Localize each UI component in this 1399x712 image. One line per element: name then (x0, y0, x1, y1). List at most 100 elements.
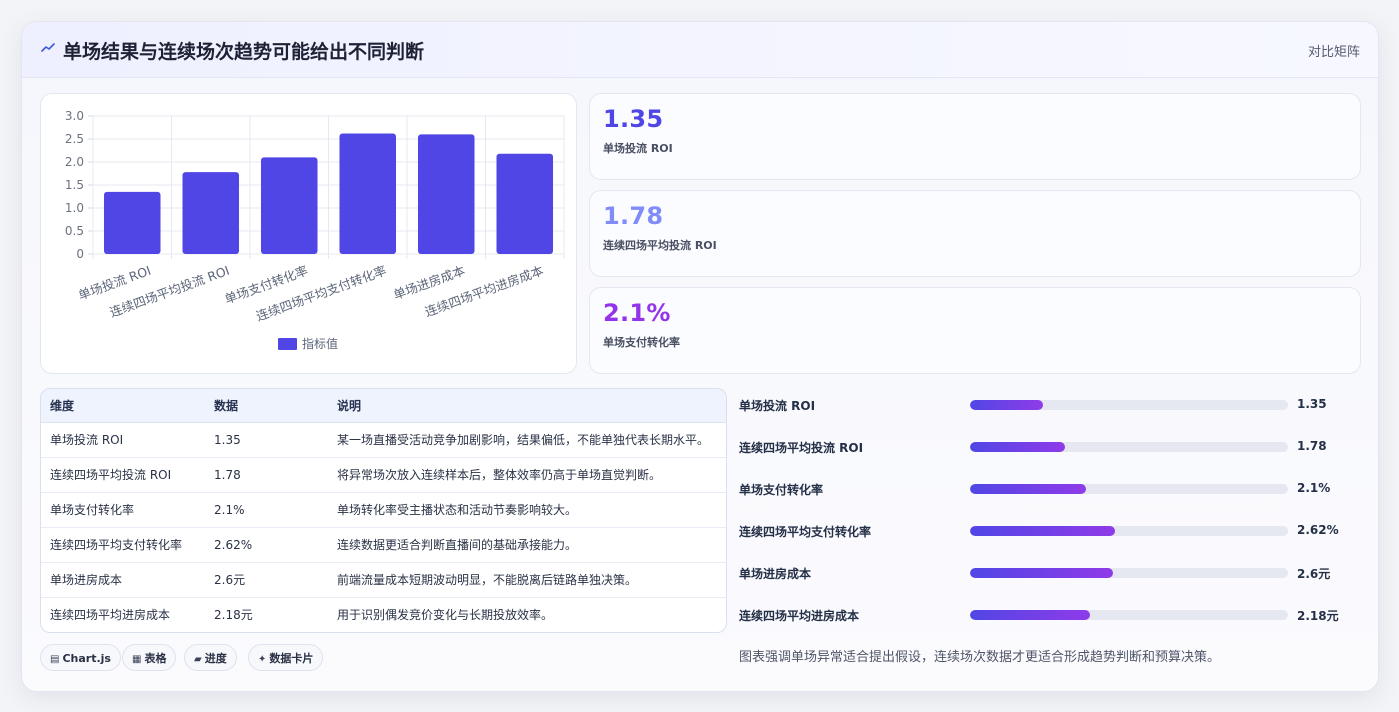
progress-value: 2.1% (1297, 481, 1331, 495)
chip-label: 进度 (204, 652, 227, 665)
table-cell: 前端流量成本短期波动明显，不能脱离后链路单独决策。 (328, 562, 726, 598)
bar-chart-panel: 3.0 2.5 2.0 1.5 1.0 0.5 0 单场投流 ROI 连续四场平均投流 ROI 单… (40, 93, 577, 374)
progress-label: 单场支付转化率 (739, 483, 824, 497)
table-cell: 连续数据更适合判断直播间的基础承接能力。 (328, 527, 726, 563)
bar-2 (182, 172, 240, 254)
bar-6 (496, 153, 554, 254)
stat-label: 单场支付转化率 (603, 336, 680, 349)
progress-row: 连续四场平均投流 ROI 1.78 (739, 437, 1359, 457)
table-cell: 连续四场平均投流 ROI (41, 457, 205, 493)
progress-row: 连续四场平均进房成本 2.18元 (739, 605, 1359, 625)
table-cell: 单场投流 ROI (41, 422, 205, 458)
progress-value: 2.18元 (1297, 609, 1339, 623)
progress-label: 单场投流 ROI (739, 399, 816, 413)
legend-label: 指标值 (302, 336, 338, 351)
y-tick-label: 1.0 (65, 201, 84, 215)
comparison-card: 单场结果与连续场次趋势可能给出不同判断 对比矩阵 3.0 2.5 2.0 1.5 1.0… (21, 21, 1379, 692)
progress-label: 连续四场平均进房成本 (739, 609, 860, 623)
table-cell: 将异常场次放入连续样本后，整体效率仍高于单场直觉判断。 (328, 457, 726, 493)
table-row: 连续四场平均投流 ROI 1.78 将异常场次放入连续样本后，整体效率仍高于单场… (41, 457, 726, 493)
table-cell: 2.18元 (214, 608, 253, 622)
chip-table[interactable]: ▦ 表格 (122, 644, 177, 671)
table-row: 连续四场平均进房成本 2.18元 用于识别偶发竞价变化与长期投放效率。 (41, 597, 726, 632)
progress-row: 单场支付转化率 2.1% (739, 479, 1359, 499)
y-tick-label: 0 (76, 247, 84, 261)
footnote: 图表强调单场异常适合提出假设，连续场次数据才更适合形成趋势判断和预算决策。 (739, 650, 1221, 665)
table-cell: 2.6元 (205, 562, 328, 598)
progress-row: 单场投流 ROI 1.35 (739, 395, 1359, 415)
progress-row: 单场进房成本 2.6元 (739, 563, 1359, 583)
table-row: 连续四场平均支付转化率 2.62% 连续数据更适合判断直播间的基础承接能力。 (41, 527, 726, 563)
progress-fill (970, 484, 1087, 494)
stat-value: 1.78 (603, 202, 664, 230)
progress-track (970, 400, 1288, 410)
table-cell: 某一场直播受活动竞争加剧影响，结果偏低，不能单独代表长期水平。 (328, 422, 726, 458)
chip-label: 表格 (144, 652, 167, 665)
y-tick-label: 2.0 (65, 155, 84, 169)
chip-progress[interactable]: ▰ 进度 (184, 644, 237, 671)
progress-track (970, 442, 1288, 452)
progress-icon: ▰ (194, 654, 202, 665)
table-cell: 1.35 (205, 422, 328, 458)
y-tick-label: 3.0 (65, 109, 84, 123)
y-tick-label: 1.5 (65, 178, 84, 192)
progress-fill (970, 526, 1115, 536)
progress-value: 1.78 (1297, 439, 1327, 453)
comparison-matrix-link[interactable]: 对比矩阵 (1308, 41, 1360, 60)
table-cell: 用于识别偶发竞价变化与长期投放效率。 (337, 608, 554, 622)
chip-chartjs[interactable]: ▤ Chart.js (40, 644, 121, 671)
page-title: 单场结果与连续场次趋势可能给出不同判断 (63, 41, 425, 63)
stat-card-avg-roi: 1.78 连续四场平均投流 ROI (589, 190, 1361, 277)
table-cell: 单场转化率受主播状态和活动节奏影响较大。 (328, 492, 726, 528)
progress-fill (970, 400, 1044, 410)
sparkle-icon: ✦ (258, 654, 267, 665)
table-cell: 连续四场平均进房成本 (50, 608, 171, 622)
table-row: 单场投流 ROI 1.35 某一场直播受活动竞争加剧影响，结果偏低，不能单独代表… (41, 422, 726, 458)
stat-card-conversion: 2.1% 单场支付转化率 (589, 287, 1361, 374)
trend-line-icon (41, 43, 55, 52)
table-icon: ▦ (132, 654, 142, 665)
progress-track (970, 568, 1288, 578)
stat-card-single-roi: 1.35 单场投流 ROI (589, 93, 1361, 180)
column-header: 说明 (328, 389, 726, 423)
stat-value: 1.35 (603, 105, 664, 133)
chip-label: 数据卡片 (269, 652, 314, 665)
legend-swatch (278, 338, 297, 350)
y-tick-label: 2.5 (65, 132, 84, 146)
card-header: 单场结果与连续场次趋势可能给出不同判断 对比矩阵 (22, 22, 1378, 78)
table-cell: 2.62% (205, 527, 328, 563)
progress-track (970, 526, 1288, 536)
chart-icon: ▤ (50, 654, 60, 665)
column-header: 维度 (41, 389, 205, 423)
progress-label: 连续四场平均支付转化率 (739, 525, 872, 539)
progress-label: 单场进房成本 (739, 567, 812, 581)
column-header: 数据 (205, 389, 328, 423)
table-cell: 单场进房成本 (41, 562, 205, 598)
bar-3 (260, 157, 318, 254)
stat-label: 单场投流 ROI (603, 142, 673, 155)
data-table: 维度 数据 说明 单场投流 ROI 1.35 某一场直播受活动竞争加剧影响，结果… (41, 389, 726, 632)
progress-value: 2.62% (1297, 523, 1339, 537)
x-tick-label: 连续四场平均支付转化率 (254, 263, 388, 324)
chip-label: Chart.js (62, 652, 111, 665)
bar-chart: 3.02.52.01.51.00.50单场投流 ROI连续四场平均投流 ROI单… (65, 109, 565, 351)
stat-value: 2.1% (603, 299, 671, 327)
table-cell: 1.78 (205, 457, 328, 493)
chip-data-cards[interactable]: ✦ 数据卡片 (248, 644, 324, 671)
table-cell: 连续四场平均支付转化率 (41, 527, 205, 563)
progress-row: 连续四场平均支付转化率 2.62% (739, 521, 1359, 541)
table-header-row: 维度 数据 说明 (41, 389, 726, 423)
table-row: 单场进房成本 2.6元 前端流量成本短期波动明显，不能脱离后链路单独决策。 (41, 562, 726, 598)
bar-5 (417, 134, 475, 254)
bar-4 (339, 133, 397, 254)
table-cell: 单场支付转化率 (41, 492, 205, 528)
progress-track (970, 484, 1288, 494)
progress-label: 连续四场平均投流 ROI (739, 441, 864, 455)
table-cell: 2.1% (205, 492, 328, 528)
y-tick-label: 0.5 (65, 224, 84, 238)
table-row: 单场支付转化率 2.1% 单场转化率受主播状态和活动节奏影响较大。 (41, 492, 726, 528)
progress-track (970, 610, 1288, 620)
progress-fill (970, 442, 1066, 452)
progress-fill (970, 568, 1114, 578)
progress-value: 1.35 (1297, 397, 1327, 411)
